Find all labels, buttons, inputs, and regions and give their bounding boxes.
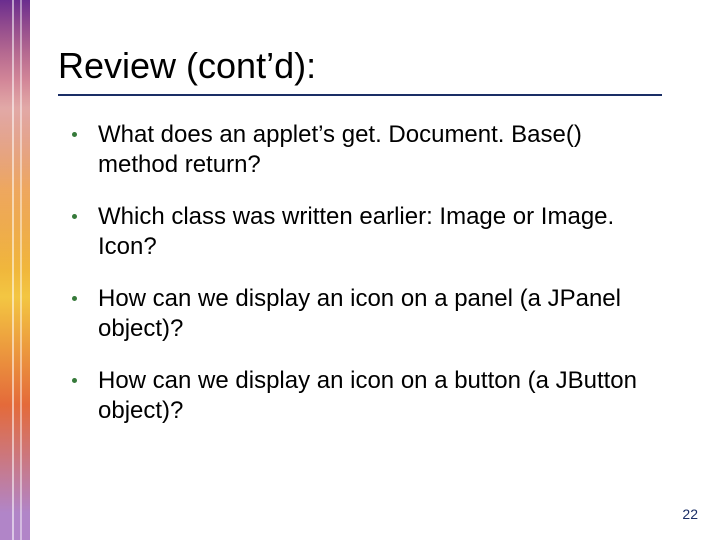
bullet-icon — [72, 132, 77, 137]
bullet-icon — [72, 296, 77, 301]
list-item-text: What does an applet’s get. Document. Bas… — [98, 121, 582, 178]
title-underline — [58, 94, 662, 96]
list-item: What does an applet’s get. Document. Bas… — [58, 120, 663, 180]
list-item: How can we display an icon on a button (… — [58, 366, 663, 426]
list-item-text: How can we display an icon on a panel (a… — [98, 285, 621, 342]
bullet-icon — [72, 378, 77, 383]
list-item: How can we display an icon on a panel (a… — [58, 284, 663, 344]
bullet-icon — [72, 214, 77, 219]
slide: Review (cont’d): What does an applet’s g… — [0, 0, 720, 540]
list-item-text: Which class was written earlier: Image o… — [98, 203, 614, 260]
list-item: Which class was written earlier: Image o… — [58, 202, 663, 262]
slide-title: Review (cont’d): — [58, 45, 316, 87]
side-decoration — [0, 0, 30, 540]
content-area: What does an applet’s get. Document. Bas… — [58, 120, 663, 448]
page-number: 22 — [682, 506, 698, 522]
list-item-text: How can we display an icon on a button (… — [98, 367, 637, 424]
